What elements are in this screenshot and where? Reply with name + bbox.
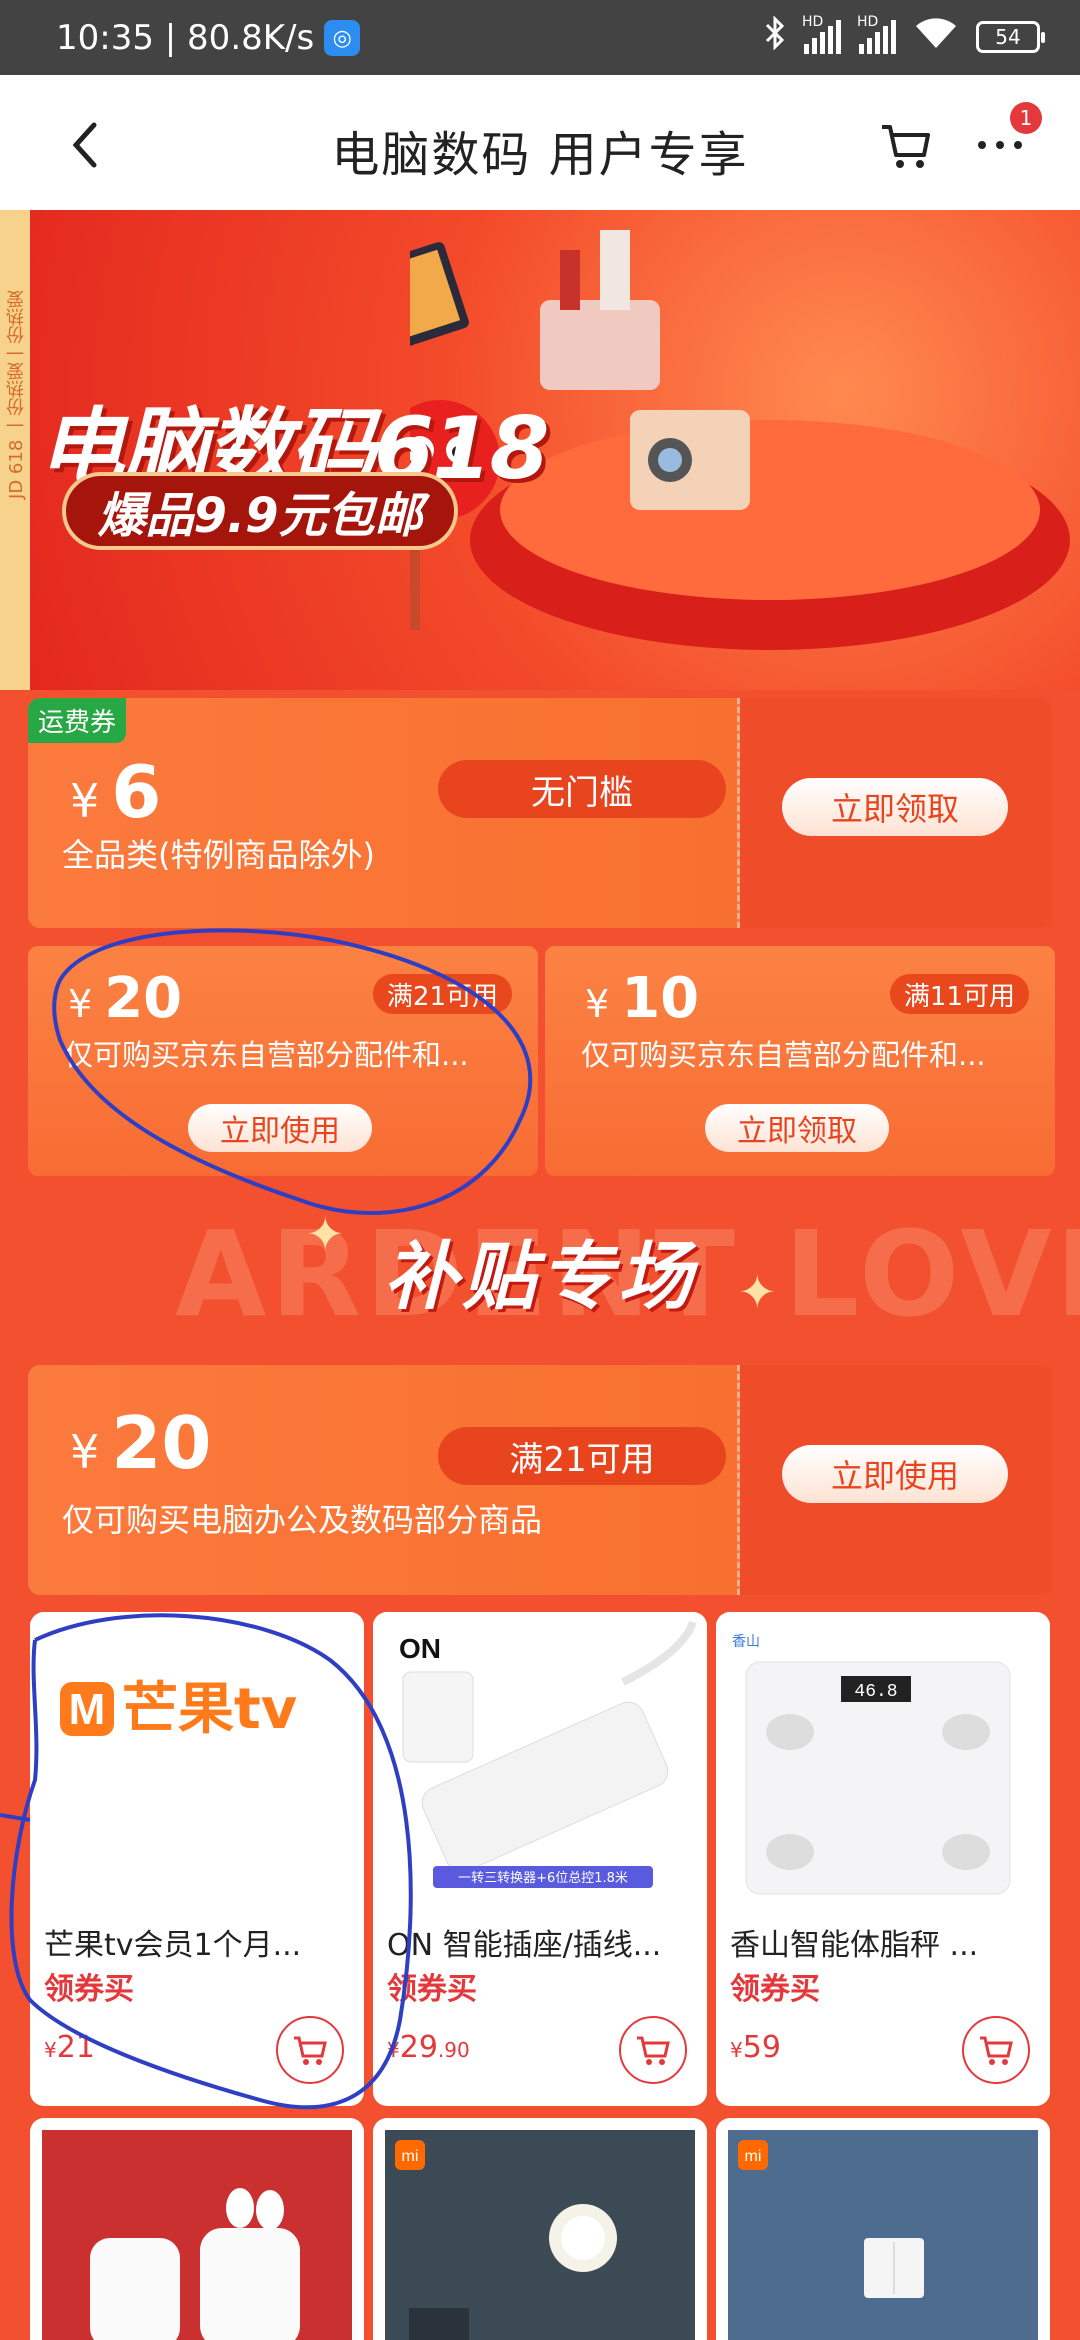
amount-value: 20 xyxy=(104,966,183,1031)
currency-symbol: ¥ xyxy=(70,1425,100,1479)
subsidy-coupon-action: 立即使用 xyxy=(740,1365,1052,1595)
coupon-amount: ¥20 xyxy=(68,966,182,1031)
subsidy-coupon: ¥20 满21可用 仅可购买电脑办公及数码部分商品 立即使用 xyxy=(28,1365,1052,1595)
product-card[interactable]: 香山 46.8 香山智能体脂秤 ... 领券买 ¥59 xyxy=(716,1612,1050,2106)
product-caption: 一转三转换器+6位总控1.8米 xyxy=(458,1871,628,1886)
mango-tv-logo-text: 芒果tv xyxy=(122,1677,297,1742)
product-name: 香山智能体脂秤 ... xyxy=(730,1928,979,1963)
earbuds-image xyxy=(42,2130,352,2340)
night-light-image: mi xyxy=(385,2130,695,2340)
signal-icon: HD xyxy=(802,14,841,54)
hd-label: HD xyxy=(802,14,824,30)
subsidy-section-header: ARDENT LOVE ✦ ✦ 补贴专场 xyxy=(0,1195,1080,1345)
currency-symbol: ¥ xyxy=(44,2038,57,2062)
price-decimal: .90 xyxy=(437,2038,470,2062)
product-price: ¥21 xyxy=(44,2030,95,2065)
claim-shipping-coupon-button[interactable]: 立即领取 xyxy=(782,778,1008,836)
wall-switch-image: mi xyxy=(728,2130,1038,2340)
hd-label-2: HD xyxy=(857,14,879,30)
banner-subtitle: 爆品9.9元包邮 xyxy=(62,472,458,550)
amount-value: 6 xyxy=(111,750,162,834)
shipping-coupon-body: 运费券 ¥6 无门槛 全品类(特例商品除外) xyxy=(28,698,740,928)
subsidy-coupon-body: ¥20 满21可用 仅可购买电脑办公及数码部分商品 xyxy=(28,1365,740,1595)
shipping-coupon-description: 全品类(特例商品除外) xyxy=(62,836,375,874)
shipping-coupon: 运费券 ¥6 无门槛 全品类(特例商品除外) 立即领取 xyxy=(28,698,1052,928)
subsidy-coupon-threshold: 满21可用 xyxy=(438,1427,726,1485)
product-image: ON 一转三转换器+6位总控1.8米 xyxy=(373,1612,707,1912)
product-price: ¥29.90 xyxy=(387,2030,470,2065)
price-integer: 29 xyxy=(399,2030,438,2065)
shipping-coupon-amount: ¥6 xyxy=(70,750,161,834)
mi-brand-icon: mi xyxy=(745,2148,762,2165)
product-name: 芒果tv会员1个月... xyxy=(44,1928,302,1963)
subsidy-coupon-amount: ¥20 xyxy=(70,1401,211,1485)
coupon-card: ¥10 满11可用 仅可购买京东自营部分配件和... 立即领取 xyxy=(545,946,1055,1176)
currency-symbol: ¥ xyxy=(730,2038,743,2062)
coupon-buy-tag: 领券买 xyxy=(387,1972,477,2007)
coupon-threshold-badge: 满11可用 xyxy=(889,974,1029,1014)
wifi-icon xyxy=(914,16,958,58)
coupon-amount: ¥10 xyxy=(585,966,699,1031)
shipping-coupon-tag: 运费券 xyxy=(28,698,127,743)
status-bar: 10:35 | 80.8K/s ◎ HD HD 54 xyxy=(0,0,1080,75)
body-fat-scale-image: 香山 46.8 xyxy=(732,1634,1011,1895)
coupon-card: ¥20 满21可用 仅可购买京东自营部分配件和... 立即使用 xyxy=(28,946,538,1176)
amount-value: 10 xyxy=(621,966,700,1031)
mango-tv-logo: M 芒果tv xyxy=(60,1677,297,1742)
add-to-cart-icon[interactable] xyxy=(962,2016,1030,2084)
subsidy-title: 补贴专场 xyxy=(384,1234,696,1320)
currency-symbol: ¥ xyxy=(68,982,93,1026)
status-right: HD HD 54 xyxy=(764,14,1045,58)
product-card[interactable]: ON 一转三转换器+6位总控1.8米 ON 智能插座/插线... 领券买 ¥29… xyxy=(373,1612,707,2106)
coupon-description: 仅可购买京东自营部分配件和... xyxy=(64,1038,469,1072)
subsidy-coupon-description: 仅可购买电脑办公及数码部分商品 xyxy=(62,1501,543,1539)
promo-banner[interactable]: JD 618 一份热爱一份热爱 电脑数码618 爆品9.9元包邮 xyxy=(0,210,1080,690)
coupon-threshold-badge: 满21可用 xyxy=(372,974,512,1014)
shipping-coupon-threshold: 无门槛 xyxy=(438,760,726,818)
claim-coupon-button[interactable]: 立即领取 xyxy=(705,1104,889,1152)
banner-side-text: JD 618 一份热爱一份热爱 xyxy=(6,290,27,499)
coupon-description: 仅可购买京东自营部分配件和... xyxy=(581,1038,986,1072)
product-card[interactable] xyxy=(30,2118,364,2340)
banner-side-strip: JD 618 一份热爱一份热爱 xyxy=(0,210,30,690)
cart-icon[interactable] xyxy=(876,115,936,175)
signal-icon-2: HD xyxy=(857,14,896,54)
product-price: ¥59 xyxy=(730,2030,781,2065)
product-name: ON 智能插座/插线... xyxy=(387,1928,662,1963)
coupon-buy-tag: 领券买 xyxy=(44,1972,134,2007)
currency-symbol: ¥ xyxy=(70,774,100,828)
power-strip-image: ON 一转三转换器+6位总控1.8米 xyxy=(399,1620,697,1888)
app-notification-icon: ◎ xyxy=(324,20,361,56)
currency-symbol: ¥ xyxy=(585,982,610,1026)
mi-brand-icon: mi xyxy=(402,2148,419,2165)
mango-tv-logo-mark: M xyxy=(69,1685,106,1734)
scale-display-readout: 46.8 xyxy=(854,1682,897,1702)
bluetooth-icon xyxy=(764,15,786,58)
price-integer: 59 xyxy=(742,2030,781,2065)
status-time-speed: 10:35 | 80.8K/s xyxy=(56,18,315,58)
price-integer: 21 xyxy=(56,2030,95,2065)
brand-logo: 香山 xyxy=(732,1634,760,1650)
use-subsidy-coupon-button[interactable]: 立即使用 xyxy=(782,1445,1008,1503)
shipping-coupon-action: 立即领取 xyxy=(740,698,1052,928)
product-card[interactable]: M 芒果tv 芒果tv会员1个月... 领券买 ¥21 xyxy=(30,1612,364,2106)
product-image: M 芒果tv xyxy=(30,1612,364,1912)
nav-bar: 电脑数码 用户专享 1 xyxy=(0,75,1080,210)
product-card[interactable]: mi xyxy=(716,2118,1050,2340)
coupon-buy-tag: 领券买 xyxy=(730,1972,820,2007)
battery-icon: 54 xyxy=(976,21,1045,53)
use-coupon-button[interactable]: 立即使用 xyxy=(188,1104,372,1152)
amount-value: 20 xyxy=(111,1401,212,1485)
add-to-cart-icon[interactable] xyxy=(276,2016,344,2084)
product-card[interactable]: mi xyxy=(373,2118,707,2340)
add-to-cart-icon[interactable] xyxy=(619,2016,687,2084)
status-left: 10:35 | 80.8K/s ◎ xyxy=(56,18,361,58)
currency-symbol: ¥ xyxy=(387,2038,400,2062)
brand-logo: ON xyxy=(399,1633,441,1664)
product-image: 香山 46.8 xyxy=(716,1612,1050,1912)
message-badge: 1 xyxy=(1010,102,1042,134)
